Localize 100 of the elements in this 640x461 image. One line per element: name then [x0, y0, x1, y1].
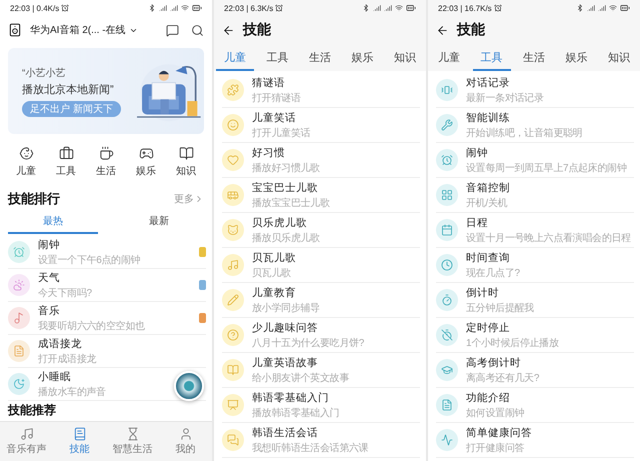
category-button[interactable]: 知识 [176, 146, 196, 178]
coffee-cup-icon [98, 146, 114, 161]
category-button[interactable]: 生活 [96, 146, 116, 178]
skill-example: 设置一个下午6点的闹钟 [38, 254, 142, 266]
skill-title: 好习惯 [252, 146, 286, 160]
ranking-tab[interactable]: 最新 [114, 208, 204, 234]
hourglass-icon [126, 427, 140, 441]
signal-icon [598, 4, 606, 12]
skill-example: 贝瓦儿歌 [252, 266, 292, 280]
pencil-icon [222, 289, 244, 311]
skill-example: 播放韩语零基础入门 [252, 406, 340, 420]
skill-title: 日程 [466, 216, 489, 230]
skill-example: 现在几点了? [466, 266, 521, 280]
skill-title: 智能训练 [466, 110, 511, 124]
document-icon [436, 394, 458, 416]
category-button[interactable]: 儿童 [16, 146, 36, 178]
category-tab[interactable]: 知识 [600, 44, 638, 71]
skill-title: 小睡眠 [38, 370, 72, 384]
category-tab[interactable]: 知识 [386, 44, 424, 71]
timer-off-icon [436, 324, 458, 346]
skill-title: 成语接龙 [38, 336, 83, 350]
nav-tab[interactable]: 智慧生活 [108, 427, 156, 456]
skill-title: 儿童笑话 [252, 110, 297, 124]
skill-example: 八月十五为什么要吃月饼? [252, 336, 365, 350]
pulse-icon [436, 429, 458, 451]
wrench-icon [436, 114, 458, 136]
news-banner[interactable]: “小艺小艺 播放北京本地新闻” 足不出户 新闻天下 [8, 48, 204, 134]
skill-example: 打开成语接龙 [38, 352, 98, 366]
smile-icon [222, 114, 244, 136]
skill-title: 高考倒计时 [466, 356, 522, 370]
battery-icon [406, 3, 416, 13]
skill-title: 韩语零基础入门 [252, 390, 330, 404]
puzzle-icon [222, 79, 244, 101]
skill-example: 离高考还有几天? [466, 372, 540, 384]
wifi-icon [181, 4, 189, 12]
nav-tab[interactable]: 技能 [56, 427, 104, 456]
skill-example: 打开健康问答 [466, 442, 526, 454]
category-tab[interactable]: 生活 [515, 44, 553, 71]
skill-title: 贝乐虎儿歌 [252, 216, 308, 230]
skill-title: 简单健康问答 [466, 426, 533, 440]
bluetooth-icon [362, 4, 370, 12]
skill-title: 贝瓦儿歌 [252, 250, 297, 264]
back-arrow-icon[interactable] [222, 24, 235, 36]
cat-icon [222, 219, 244, 241]
device-selector[interactable]: 华为AI音箱 2(... -在线 [30, 23, 158, 37]
gamepad-icon [138, 146, 154, 161]
skill-title: 音箱控制 [466, 180, 511, 194]
chat-icon[interactable] [166, 24, 179, 36]
back-arrow-icon[interactable] [436, 24, 449, 36]
category-tab[interactable]: 娱乐 [344, 44, 382, 71]
music-note-icon [222, 254, 244, 276]
skill-title: 闹钟 [466, 146, 489, 160]
skill-title: 宝宝巴士儿歌 [252, 180, 319, 194]
wifi-icon [609, 4, 617, 12]
category-tab[interactable]: 儿童 [430, 44, 468, 71]
category-tab[interactable]: 工具 [258, 44, 296, 71]
search-icon[interactable] [191, 24, 204, 36]
signal-icon [159, 4, 167, 12]
signal-icon [170, 4, 178, 12]
skill-title: 猜谜语 [252, 76, 286, 90]
skill-example: 打开猜谜语 [252, 92, 302, 104]
question-icon [222, 324, 244, 346]
nav-tab[interactable]: 我的 [162, 427, 210, 456]
banner-quote: “小艺小艺 [22, 66, 66, 80]
skill-title: 少儿趣味问答 [252, 320, 319, 334]
skill-example: 1个小时候后停止播放 [466, 336, 560, 350]
skill-title: 音乐 [38, 304, 61, 318]
category-tab[interactable]: 生活 [301, 44, 339, 71]
skill-example: 播放水车的声音 [38, 386, 107, 398]
timer-icon [436, 289, 458, 311]
alarm-icon [275, 4, 284, 12]
skill-example: 打开儿童笑话 [252, 126, 312, 140]
skill-example: 如何设置闹钟 [466, 406, 526, 420]
battery-icon [192, 3, 202, 13]
nav-tab[interactable]: 音乐有声 [2, 427, 50, 456]
skill-example: 给小朋友讲个英文故事 [252, 372, 350, 384]
signal-icon [384, 4, 392, 12]
skill-title: 天气 [38, 270, 61, 284]
signal-icon [373, 4, 381, 12]
status-time: 22:03 | 0.4K/s [10, 4, 60, 12]
skill-example: 开机/关机 [466, 196, 508, 210]
category-button[interactable]: 娱乐 [136, 146, 156, 178]
baby-face-icon [18, 146, 34, 161]
book-icon [222, 359, 244, 381]
skill-example: 今天下雨吗? [38, 286, 93, 300]
skill-title: 定时停止 [466, 320, 511, 334]
book-icon [72, 427, 86, 441]
bluetooth-icon [148, 4, 156, 12]
skill-example: 我想听韩语生活会话第六课 [252, 442, 370, 454]
skill-title: 时间查询 [466, 250, 511, 264]
skill-example: 设置每周一到周五早上7点起床的闹钟 [466, 162, 628, 174]
wifi-icon [395, 4, 403, 12]
skill-title: 韩语生活会话 [252, 426, 319, 440]
section-title: 技能排行 [8, 190, 60, 208]
skill-example: 最新一条对话记录 [466, 92, 545, 104]
category-button[interactable]: 工具 [56, 146, 76, 178]
category-tab[interactable]: 娱乐 [558, 44, 596, 71]
skill-example: 放小学同步辅导 [252, 302, 321, 314]
skill-example: 我要听胡六六的空空如也 [38, 320, 146, 332]
skill-title: 闹钟 [38, 238, 61, 252]
